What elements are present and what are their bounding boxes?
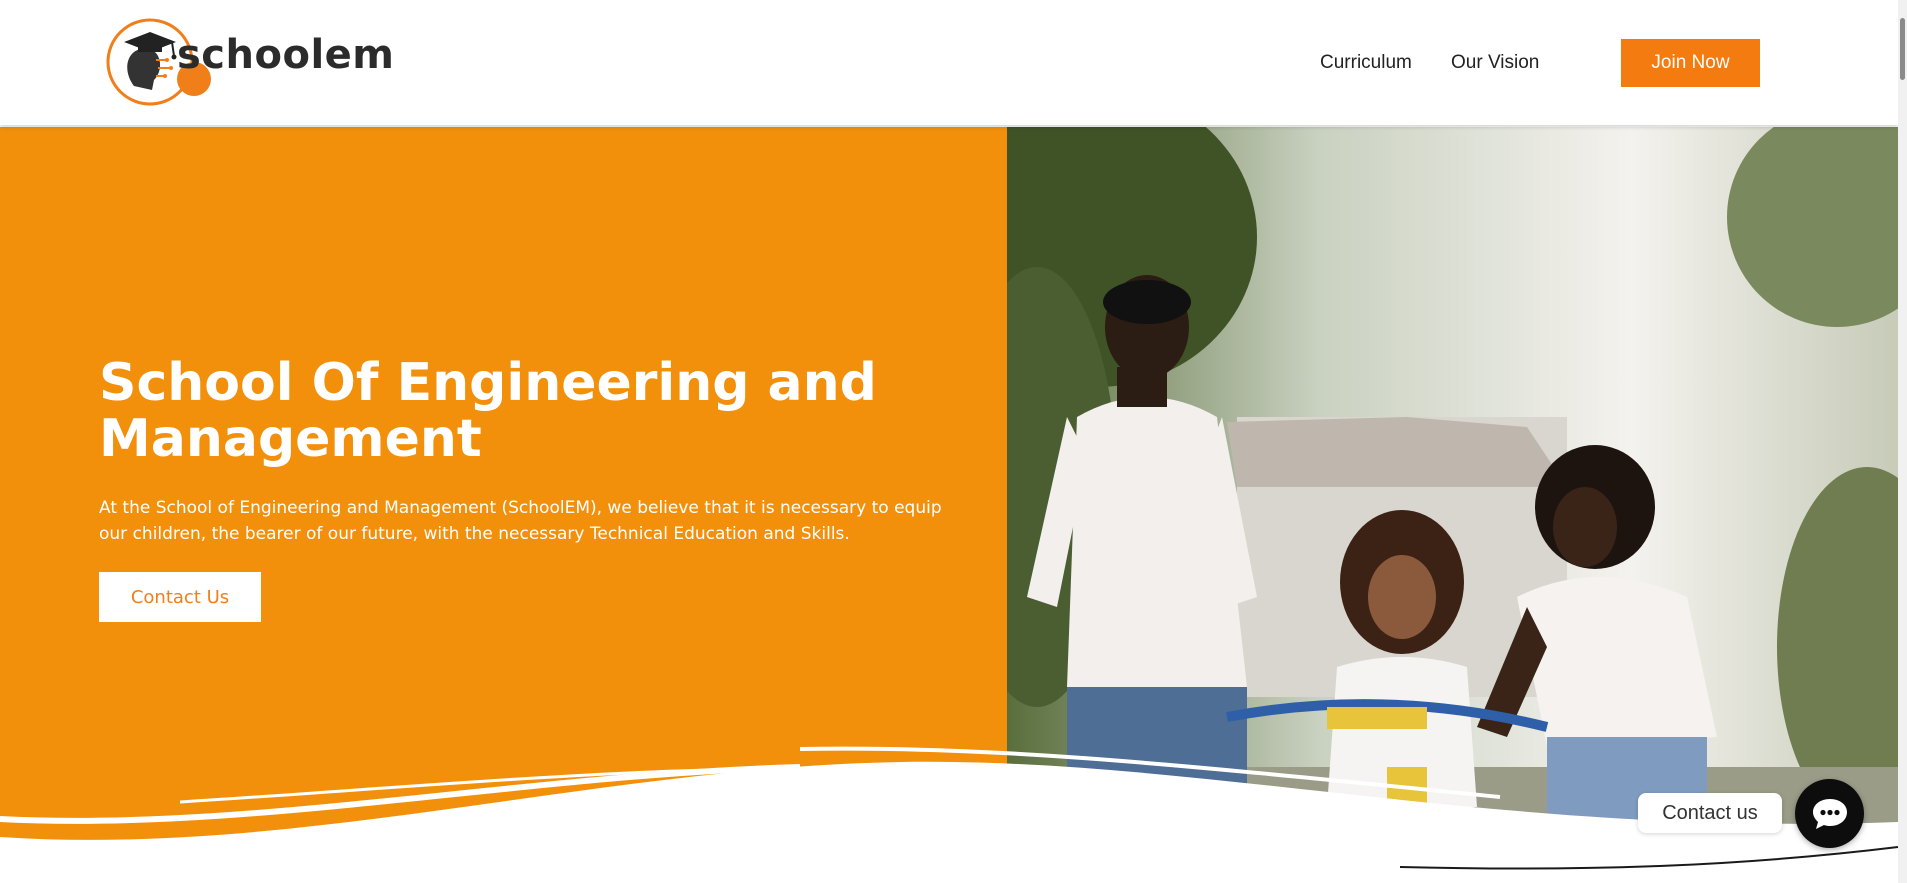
chat-icon (1812, 798, 1847, 829)
scrollbar-thumb[interactable] (1900, 18, 1905, 80)
chat-launcher-button[interactable] (1795, 779, 1864, 848)
hero-description: At the School of Engineering and Managem… (99, 498, 942, 544)
join-now-button[interactable]: Join Now (1621, 39, 1760, 87)
hero-wave-divider (0, 746, 1898, 883)
page-scrollbar[interactable] (1898, 0, 1907, 883)
site-header: schoolem Curriculum Our Vision Join Now (0, 0, 1898, 125)
nav-our-vision[interactable]: Our Vision (1451, 52, 1539, 74)
hero-title: School Of Engineering and Management (99, 353, 877, 469)
nav-curriculum[interactable]: Curriculum (1320, 52, 1412, 74)
hero-section: School Of Engineering and Management At … (0, 127, 1898, 883)
chat-label-bubble[interactable]: Contact us (1638, 793, 1782, 833)
logo[interactable]: schoolem (102, 14, 394, 110)
logo-text: schoolem (177, 32, 395, 78)
contact-us-button[interactable]: Contact Us (99, 572, 261, 622)
